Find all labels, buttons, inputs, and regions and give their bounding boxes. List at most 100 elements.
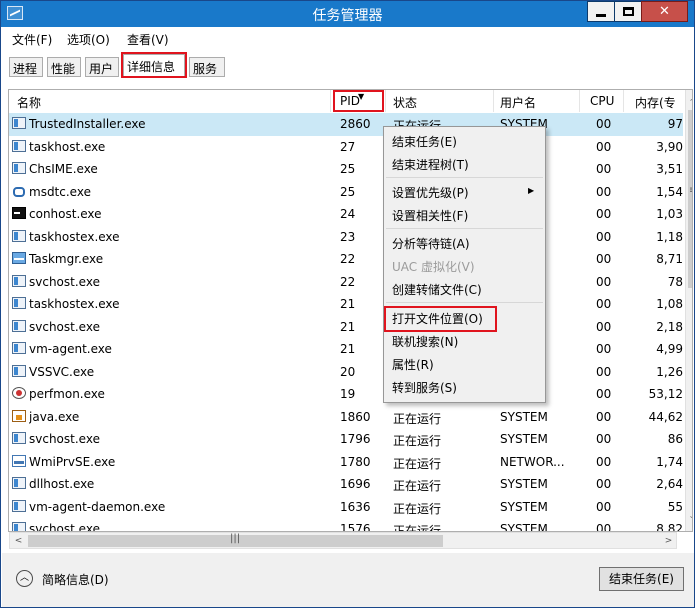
tab-services[interactable]: 服务: [189, 57, 225, 77]
cell-memory: 97: [667, 117, 683, 131]
table-row[interactable]: perfmon.exe19str...0053,12: [9, 383, 683, 406]
tab-processes[interactable]: 进程: [9, 57, 43, 77]
table-row[interactable]: svchost.exe22OR...0078: [9, 271, 683, 294]
cell-name: svchost.exe: [29, 522, 100, 532]
table-row[interactable]: ChsIME.exe25str...003,51: [9, 158, 683, 181]
submenu-arrow-icon: ▶: [528, 186, 535, 195]
cell-memory: 8,71: [656, 252, 683, 266]
cell-memory: 1,54: [656, 184, 683, 199]
cell-name: taskhostex.exe: [29, 297, 120, 311]
header-divider: [330, 90, 331, 112]
minimize-button[interactable]: [587, 1, 615, 22]
ctx-set-affinity[interactable]: 设置相关性(F): [392, 207, 468, 229]
vertical-scrollbar[interactable]: ︿ ≡ ﹀: [685, 90, 692, 531]
app-icon: [12, 117, 26, 129]
cell-memory: 44,62: [648, 409, 683, 424]
tab-performance[interactable]: 性能: [47, 57, 81, 77]
cell-cpu: 00: [596, 252, 612, 266]
app-icon: [12, 274, 26, 287]
app-icon: [12, 319, 26, 332]
table-row[interactable]: svchost.exe 1796 正在运行 SYSTEM 00 86: [9, 428, 683, 451]
details-tab-highlight: [121, 52, 187, 78]
scroll-grip-icon: |||: [230, 533, 241, 544]
table-row[interactable]: conhost.exe24str...001,03: [9, 203, 683, 226]
table-row[interactable]: taskhostex.exe21M001,08: [9, 293, 683, 316]
fewer-details-link[interactable]: 简略信息(D): [42, 571, 109, 588]
header-status[interactable]: 状态: [393, 94, 417, 111]
cell-name: msdtc.exe: [29, 184, 91, 199]
cell-name: java.exe: [29, 409, 80, 424]
table-row[interactable]: svchost.exe21OR...002,18: [9, 316, 683, 339]
header-divider: [385, 90, 386, 112]
header-divider: [623, 90, 624, 112]
table-row[interactable]: svchost.exe 1576 正在运行 SYSTEM 00 8,82: [9, 518, 683, 532]
menu-separator: [386, 177, 543, 178]
ctx-go-to-services[interactable]: 转到服务(S): [392, 379, 457, 401]
maximize-button[interactable]: [614, 1, 642, 22]
cell-memory: 3,51: [656, 162, 683, 176]
vertical-scroll-thumb[interactable]: [688, 110, 692, 288]
table-row[interactable]: vm-agent-daemon.exe 1636 正在运行 SYSTEM 00 55: [9, 496, 683, 519]
cell-memory: 1,74: [656, 454, 683, 469]
cell-pid: 1796: [340, 432, 371, 446]
wmi-icon: [12, 454, 26, 467]
table-row[interactable]: taskhost.exe27M003,90: [9, 136, 683, 159]
cell-pid: 1696: [340, 477, 371, 491]
table-row[interactable]: VSSVC.exe20M001,26: [9, 361, 683, 384]
scroll-right-icon[interactable]: >: [660, 533, 677, 550]
header-divider: [493, 90, 494, 112]
table-row[interactable]: taskhostex.exe23str...001,18: [9, 226, 683, 249]
header-name[interactable]: 名称: [17, 94, 41, 111]
cell-user: SYSTEM: [500, 522, 548, 532]
cell-pid: 1576: [340, 522, 371, 532]
menu-view[interactable]: 查看(V): [127, 31, 169, 48]
cell-memory: 2,64: [656, 477, 683, 491]
tab-users[interactable]: 用户: [85, 57, 119, 77]
table-row[interactable]: java.exe 1860 正在运行 SYSTEM 00 44,62: [9, 406, 683, 429]
table-row[interactable]: dllhost.exe 1696 正在运行 SYSTEM 00 2,64: [9, 473, 683, 496]
ctx-create-dump[interactable]: 创建转储文件(C): [392, 281, 482, 303]
ctx-uac-virtualization: UAC 虚拟化(V): [392, 260, 475, 274]
cell-memory: 1,26: [656, 364, 683, 379]
cell-user: SYSTEM: [500, 409, 548, 424]
scroll-grip-icon: ≡: [689, 185, 692, 196]
table-row[interactable]: WmiPrvSE.exe 1780 正在运行 NETWOR... 00 1,74: [9, 451, 683, 474]
horizontal-scrollbar[interactable]: < ||| >: [9, 532, 677, 549]
header-user[interactable]: 用户名: [500, 94, 536, 111]
perfmon-icon: [12, 387, 26, 399]
scroll-left-icon[interactable]: <: [10, 533, 27, 550]
header-divider: [579, 90, 580, 112]
ctx-analyze-wait-chain[interactable]: 分析等待链(A): [392, 235, 470, 257]
menu-options[interactable]: 选项(O): [67, 31, 110, 48]
close-button[interactable]: ✕: [641, 1, 688, 22]
scroll-down-icon[interactable]: ﹀: [686, 514, 692, 531]
scroll-up-icon[interactable]: ︿: [686, 90, 692, 107]
menu-separator: [386, 228, 543, 229]
header-cpu[interactable]: CPU: [590, 94, 614, 108]
app-icon: [12, 499, 26, 512]
ctx-end-process-tree[interactable]: 结束进程树(T): [392, 156, 469, 178]
cell-memory: 1,18: [656, 229, 683, 244]
chevron-up-icon[interactable]: ︿: [16, 570, 33, 587]
cell-memory: 8,82: [656, 522, 683, 532]
menu-separator: [386, 302, 543, 303]
end-task-button[interactable]: 结束任务(E): [599, 567, 684, 591]
menu-file[interactable]: 文件(F): [12, 31, 52, 48]
cell-cpu: 00: [596, 274, 612, 289]
cell-name: Taskmgr.exe: [29, 252, 104, 266]
ctx-search-online[interactable]: 联机搜索(N): [392, 333, 458, 355]
table-row[interactable]: Taskmgr.exe22str...008,71: [9, 248, 683, 271]
header-memory[interactable]: 内存(专: [635, 94, 676, 111]
ctx-properties[interactable]: 属性(R): [392, 356, 434, 378]
cell-memory: 78: [667, 274, 683, 289]
ctx-end-task[interactable]: 结束任务(E): [392, 133, 457, 155]
cell-user: SYSTEM: [500, 499, 548, 514]
ctx-set-priority[interactable]: 设置优先级(P): [392, 184, 469, 206]
cell-cpu: 00: [596, 117, 612, 131]
table-row[interactable]: msdtc.exe25OR...001,54: [9, 181, 683, 204]
table-row[interactable]: vm-agent.exe21M004,99: [9, 338, 683, 361]
cell-name: taskhost.exe: [29, 139, 106, 154]
table-header: 名称 PID ▼ 状态 用户名 CPU 内存(专: [9, 90, 687, 112]
cell-cpu: 00: [596, 342, 612, 356]
table-row[interactable]: TrustedInstaller.exe2860正在运行SYSTEM0097: [9, 113, 683, 136]
